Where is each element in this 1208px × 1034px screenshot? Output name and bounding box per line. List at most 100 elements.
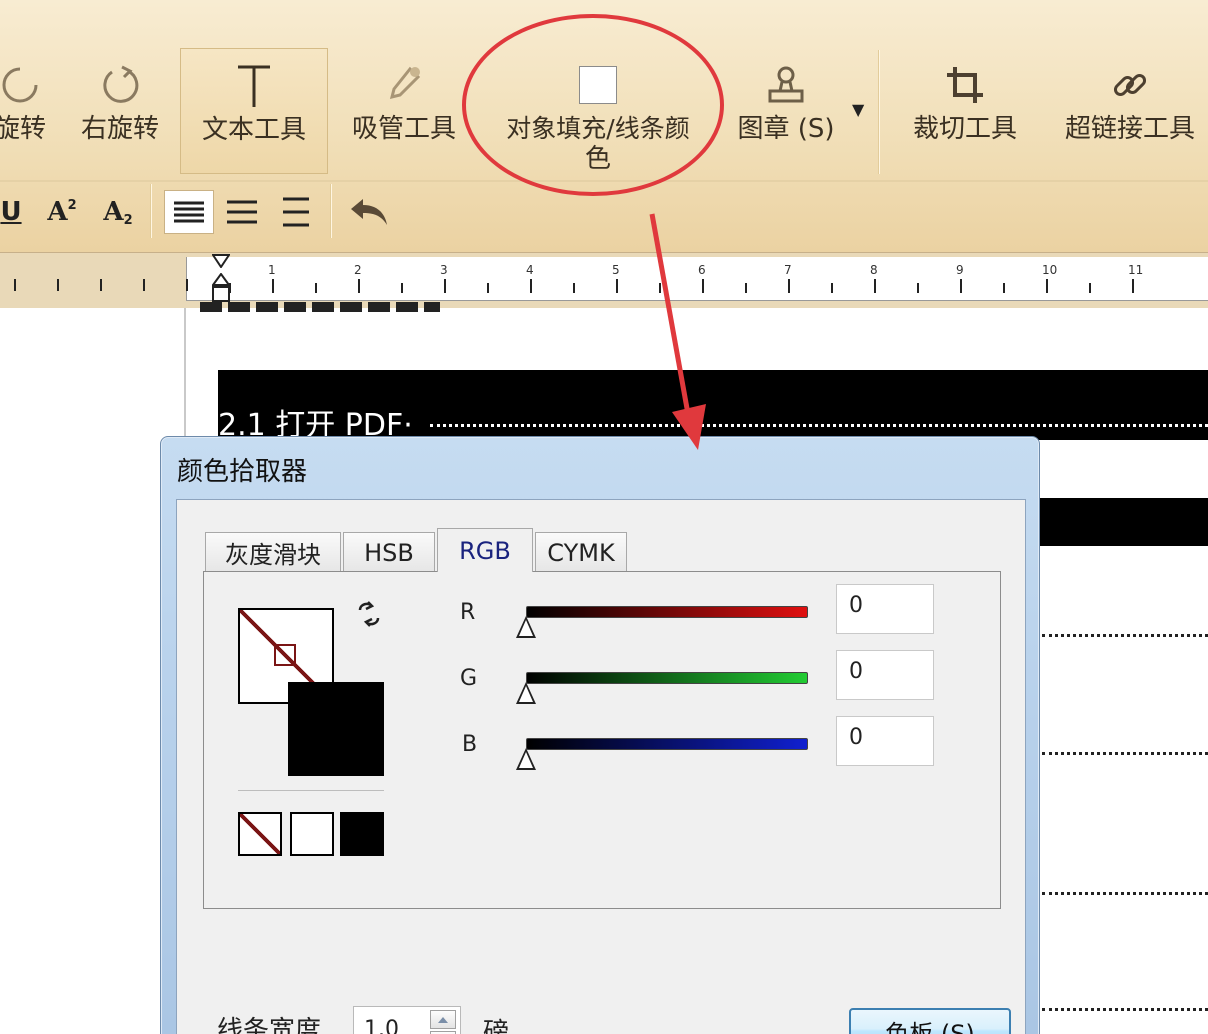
- rotate-right-icon: [72, 60, 168, 110]
- superscript-mark: 2: [67, 197, 77, 213]
- rotate-right-button[interactable]: 右旋转: [72, 48, 168, 174]
- ruler-tick: [917, 283, 919, 293]
- red-slider[interactable]: [526, 606, 808, 618]
- ruler-tick: [1003, 283, 1005, 293]
- ruler-number: 8: [870, 263, 878, 277]
- subscript-button[interactable]: A 2: [96, 190, 140, 234]
- blue-slider[interactable]: [526, 738, 808, 750]
- text-tool-label: 文本工具: [201, 115, 306, 145]
- link-icon: [1056, 60, 1204, 110]
- red-slider-thumb[interactable]: [516, 616, 536, 638]
- swatch-inner-marker: [274, 644, 296, 666]
- ruler-number: 2: [354, 263, 362, 277]
- black-swatch[interactable]: [340, 812, 384, 856]
- ruler-tick: [100, 279, 102, 291]
- align-center-button[interactable]: [220, 190, 264, 234]
- ruler-tick: [1046, 279, 1048, 293]
- ruler-tick: [831, 283, 833, 293]
- underline-button[interactable]: U: [0, 190, 22, 234]
- crop-icon: [900, 60, 1030, 110]
- blue-slider-thumb[interactable]: [516, 748, 536, 770]
- rotate-right-label: 右旋转: [80, 114, 159, 144]
- toc-leader-dots: [430, 424, 1208, 427]
- white-swatch[interactable]: [290, 812, 334, 856]
- ruler-tick: [143, 279, 145, 291]
- text-tool-button[interactable]: 文本工具: [180, 48, 328, 174]
- ruler-tick: [745, 283, 747, 293]
- hyperlink-tool-label: 超链接工具: [1064, 114, 1195, 144]
- horizontal-ruler: 1 2 3 4 5 6 7 8 9 10 11: [0, 252, 1208, 308]
- crop-tool-button[interactable]: 裁切工具: [900, 48, 1030, 174]
- align-distributed-icon: [283, 197, 309, 227]
- stepper-up-icon[interactable]: [430, 1010, 456, 1029]
- ruler-tick: [315, 283, 317, 293]
- ruler-tick: [444, 279, 446, 293]
- ruler-tick: [788, 279, 790, 293]
- align-justify-icon: [174, 201, 204, 223]
- palette-button[interactable]: 色板 (S): [849, 1008, 1011, 1034]
- ruler-tick: [874, 279, 876, 293]
- green-slider-thumb[interactable]: [516, 682, 536, 704]
- first-line-indent-marker[interactable]: [211, 253, 231, 269]
- fill-color-swatch[interactable]: [288, 682, 384, 776]
- ruler-tick: [358, 279, 360, 293]
- ruler-number: 5: [612, 263, 620, 277]
- no-color-swatch[interactable]: [238, 812, 282, 856]
- ruler-number: 9: [956, 263, 964, 277]
- align-distributed-button[interactable]: [274, 190, 318, 234]
- toc-leader-dots-2: [1042, 634, 1208, 637]
- tab-cymk[interactable]: CYMK: [535, 532, 627, 572]
- blue-channel-label: B: [462, 732, 478, 757]
- green-value-input[interactable]: 0: [836, 650, 934, 700]
- ruler-tick: [616, 279, 618, 293]
- cut-off-heading: [200, 296, 440, 312]
- line-width-unit: 磅: [483, 1018, 510, 1034]
- align-justify-button[interactable]: [164, 190, 214, 234]
- format-divider: [150, 184, 152, 238]
- undo-icon: [351, 199, 387, 225]
- undo-button[interactable]: [346, 190, 392, 234]
- toc-leader-dots-3: [1042, 752, 1208, 755]
- subscript-mark: 2: [123, 212, 133, 228]
- tab-hsb[interactable]: HSB: [343, 532, 435, 572]
- tab-grayscale[interactable]: 灰度滑块: [205, 532, 341, 572]
- ruler-tick: [960, 279, 962, 293]
- stamp-dropdown-icon[interactable]: ▼: [852, 100, 864, 119]
- toc-highlight-bar-2: [1040, 498, 1208, 546]
- dialog-body: 灰度滑块 HSB RGB CYMK R 0 G 0 B 0 线条宽度 1.0 磅…: [176, 499, 1026, 1034]
- ruler-tick: [272, 279, 274, 293]
- ruler-number: 1: [268, 263, 276, 277]
- ruler-tick: [487, 283, 489, 293]
- ruler-tick: [401, 283, 403, 293]
- green-slider[interactable]: [526, 672, 808, 684]
- toc-leader-dots-5: [1042, 1008, 1208, 1011]
- color-picker-dialog: 颜色拾取器 灰度滑块 HSB RGB CYMK R 0 G 0 B 0 线条宽度…: [160, 436, 1040, 1034]
- text-tool-icon: [181, 61, 327, 111]
- ruler-tick: [186, 279, 188, 291]
- ruler-tick: [573, 283, 575, 293]
- toc-leader-dots-4: [1042, 892, 1208, 895]
- crop-tool-label: 裁切工具: [912, 114, 1017, 144]
- stamp-button[interactable]: 图章 (S): [728, 48, 844, 174]
- rotate-left-button[interactable]: 旋转: [0, 48, 70, 174]
- ruler-number: 10: [1042, 263, 1058, 277]
- dialog-title: 颜色拾取器: [177, 457, 308, 487]
- ruler-tick: [659, 283, 661, 293]
- superscript-button[interactable]: A 2: [40, 190, 84, 234]
- ruler-number: 4: [526, 263, 534, 277]
- tab-rgb[interactable]: RGB: [437, 528, 533, 572]
- swap-colors-icon[interactable]: [356, 600, 382, 632]
- line-width-value[interactable]: 1.0: [364, 1017, 399, 1034]
- line-width-label: 线条宽度: [217, 1016, 322, 1034]
- blue-value-input[interactable]: 0: [836, 716, 934, 766]
- line-width-stepper[interactable]: 1.0: [353, 1006, 461, 1034]
- stamp-label: 图章 (S): [737, 114, 835, 144]
- subscript-letter: A: [103, 197, 124, 227]
- hyperlink-tool-button[interactable]: 超链接工具: [1056, 48, 1204, 174]
- red-value-input[interactable]: 0: [836, 584, 934, 634]
- format-divider-2: [330, 184, 332, 238]
- rotate-left-label: 旋转: [0, 114, 46, 144]
- ruler-tick: [57, 279, 59, 291]
- annotation-highlight-circle: [462, 14, 724, 196]
- eyedropper-button[interactable]: 吸管工具: [340, 48, 468, 174]
